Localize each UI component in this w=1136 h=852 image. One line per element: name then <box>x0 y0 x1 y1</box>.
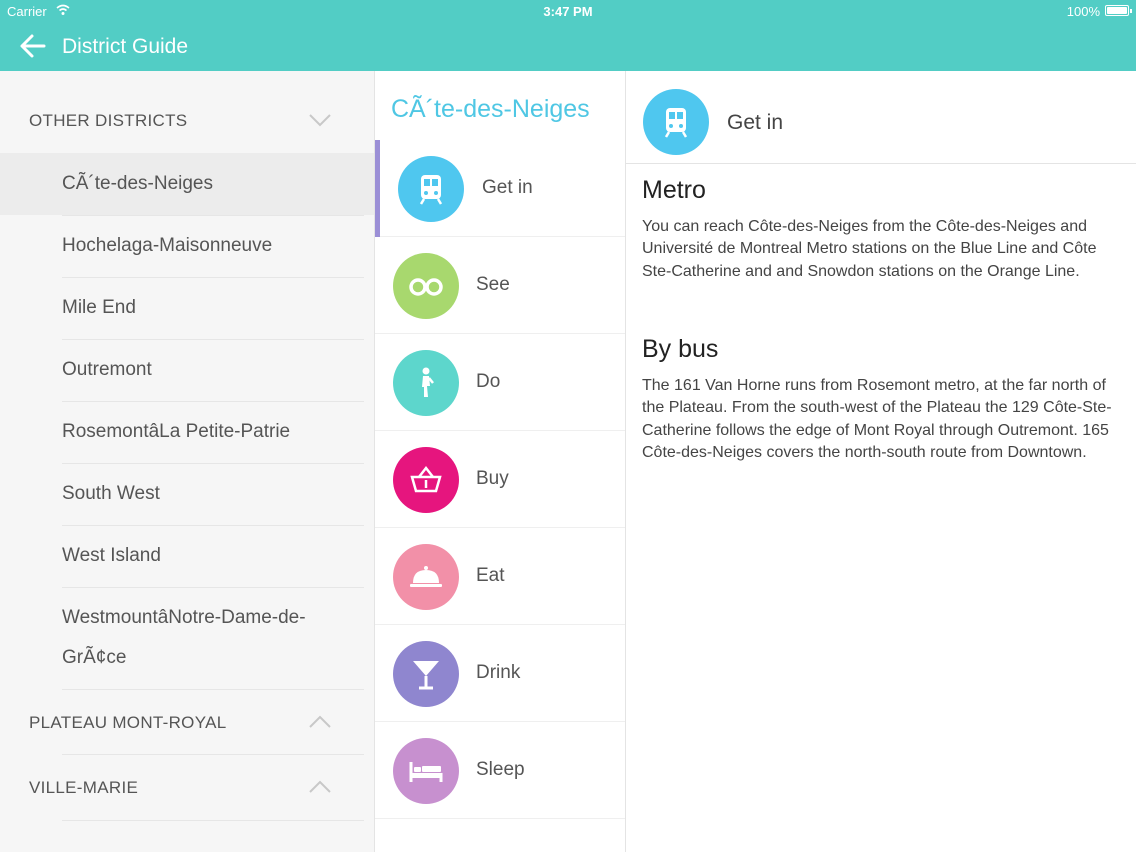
category-see[interactable]: See <box>375 237 625 334</box>
sidebar-item-west-island[interactable]: West Island <box>0 526 374 587</box>
category-buy[interactable]: Buy <box>375 431 625 528</box>
group-ville-marie[interactable]: VILLE-MARIE <box>0 755 374 819</box>
category-icon-circle <box>393 350 459 416</box>
sidebar-item-label: Hochelaga-Maisonneuve <box>62 235 273 256</box>
group-plateau-mont-royal[interactable]: PLATEAU MONT-ROYAL <box>0 690 374 754</box>
battery-percent: 100% <box>1066 4 1100 19</box>
section-body-metro: You can reach Côte-des-Neiges from the C… <box>642 218 1097 280</box>
detail-pane: Get in Metro You can reach Côte-des-Neig… <box>626 71 1136 852</box>
sidebar-item-label: CÃ´te-des-Neiges <box>62 173 213 194</box>
sidebar-item-label: South West <box>62 483 160 504</box>
sidebar-item-label: West Island <box>62 545 161 566</box>
category-icon-circle <box>398 156 464 222</box>
clock: 3:47 PM <box>543 4 593 19</box>
sidebar-item-cote-des-neiges[interactable]: CÃ´te-des-Neiges <box>0 153 374 215</box>
basket-icon <box>410 465 442 493</box>
bed-icon <box>409 762 443 782</box>
top-bar: Carrier 3:47 PM 100% District Guide <box>0 0 1136 71</box>
category-icon-circle <box>393 641 459 707</box>
group-label: OTHER DISTRICTS <box>29 111 188 130</box>
train-icon <box>419 175 443 205</box>
category-label: Buy <box>476 468 509 489</box>
category-icon-circle <box>393 253 459 319</box>
category-sleep[interactable]: Sleep <box>375 722 625 819</box>
category-label: Get in <box>482 177 533 198</box>
group-other-districts[interactable]: OTHER DISTRICTS <box>0 88 374 152</box>
category-icon-circle <box>393 544 459 610</box>
sidebar-item-outremont[interactable]: Outremont <box>0 340 374 401</box>
hiker-icon <box>422 367 434 397</box>
battery-icon <box>1105 5 1132 16</box>
chevron-up-icon <box>309 715 331 728</box>
category-label: Eat <box>476 565 505 586</box>
group-label: VILLE-MARIE <box>29 778 139 797</box>
binoculars-icon <box>409 278 443 296</box>
category-label: Sleep <box>476 759 525 780</box>
category-label: Drink <box>476 662 521 683</box>
sidebar-item-hochelaga-maisonneuve[interactable]: Hochelaga-Maisonneuve <box>0 216 374 277</box>
sidebar-item-westmount[interactable]: WestmountâNotre-Dame-de-GrÃ¢ce <box>0 588 374 689</box>
section-heading-metro: Metro <box>642 176 706 204</box>
sidebar-item-label: WestmountâNotre-Dame-de-GrÃ¢ce <box>62 607 306 668</box>
category-list: CÃ´te-des-Neiges Get in See Do Buy Eat D… <box>375 71 626 852</box>
sidebar-item-mile-end[interactable]: Mile End <box>0 278 374 339</box>
sidebar-item-label: Outremont <box>62 359 152 380</box>
sidebar-item-label: RosemontâLa Petite-Patrie <box>62 421 291 442</box>
category-icon-circle <box>393 738 459 804</box>
category-label: See <box>476 274 510 295</box>
section-heading-bus: By bus <box>642 335 719 363</box>
detail-header: Get in <box>626 71 1136 164</box>
chevron-up-icon <box>309 780 331 793</box>
category-eat[interactable]: Eat <box>375 528 625 625</box>
cloche-icon <box>410 566 442 587</box>
divider <box>62 820 364 821</box>
sidebar-item-label: Mile End <box>62 297 136 318</box>
nav-title: District Guide <box>62 35 189 58</box>
cocktail-icon <box>413 661 439 690</box>
category-drink[interactable]: Drink <box>375 625 625 722</box>
section-body-bus: The 161 Van Horne runs from Rosemont met… <box>642 377 1112 461</box>
train-icon <box>664 108 688 138</box>
category-label: Do <box>476 371 501 392</box>
category-do[interactable]: Do <box>375 334 625 431</box>
group-label: PLATEAU MONT-ROYAL <box>29 713 227 732</box>
arrow-left-icon[interactable] <box>18 33 46 59</box>
category-get-in[interactable]: Get in <box>375 140 625 237</box>
sidebar-item-rosemont[interactable]: RosemontâLa Petite-Patrie <box>0 402 374 463</box>
district-sidebar: OTHER DISTRICTS CÃ´te-des-Neiges Hochela… <box>0 71 375 852</box>
status-bar: Carrier 3:47 PM 100% <box>0 0 1136 22</box>
sidebar-item-south-west[interactable]: South West <box>0 464 374 525</box>
detail-icon-circle <box>643 89 709 155</box>
detail-header-label: Get in <box>727 111 784 134</box>
district-title: CÃ´te-des-Neiges <box>391 95 590 123</box>
category-icon-circle <box>393 447 459 513</box>
chevron-down-icon <box>309 114 331 127</box>
